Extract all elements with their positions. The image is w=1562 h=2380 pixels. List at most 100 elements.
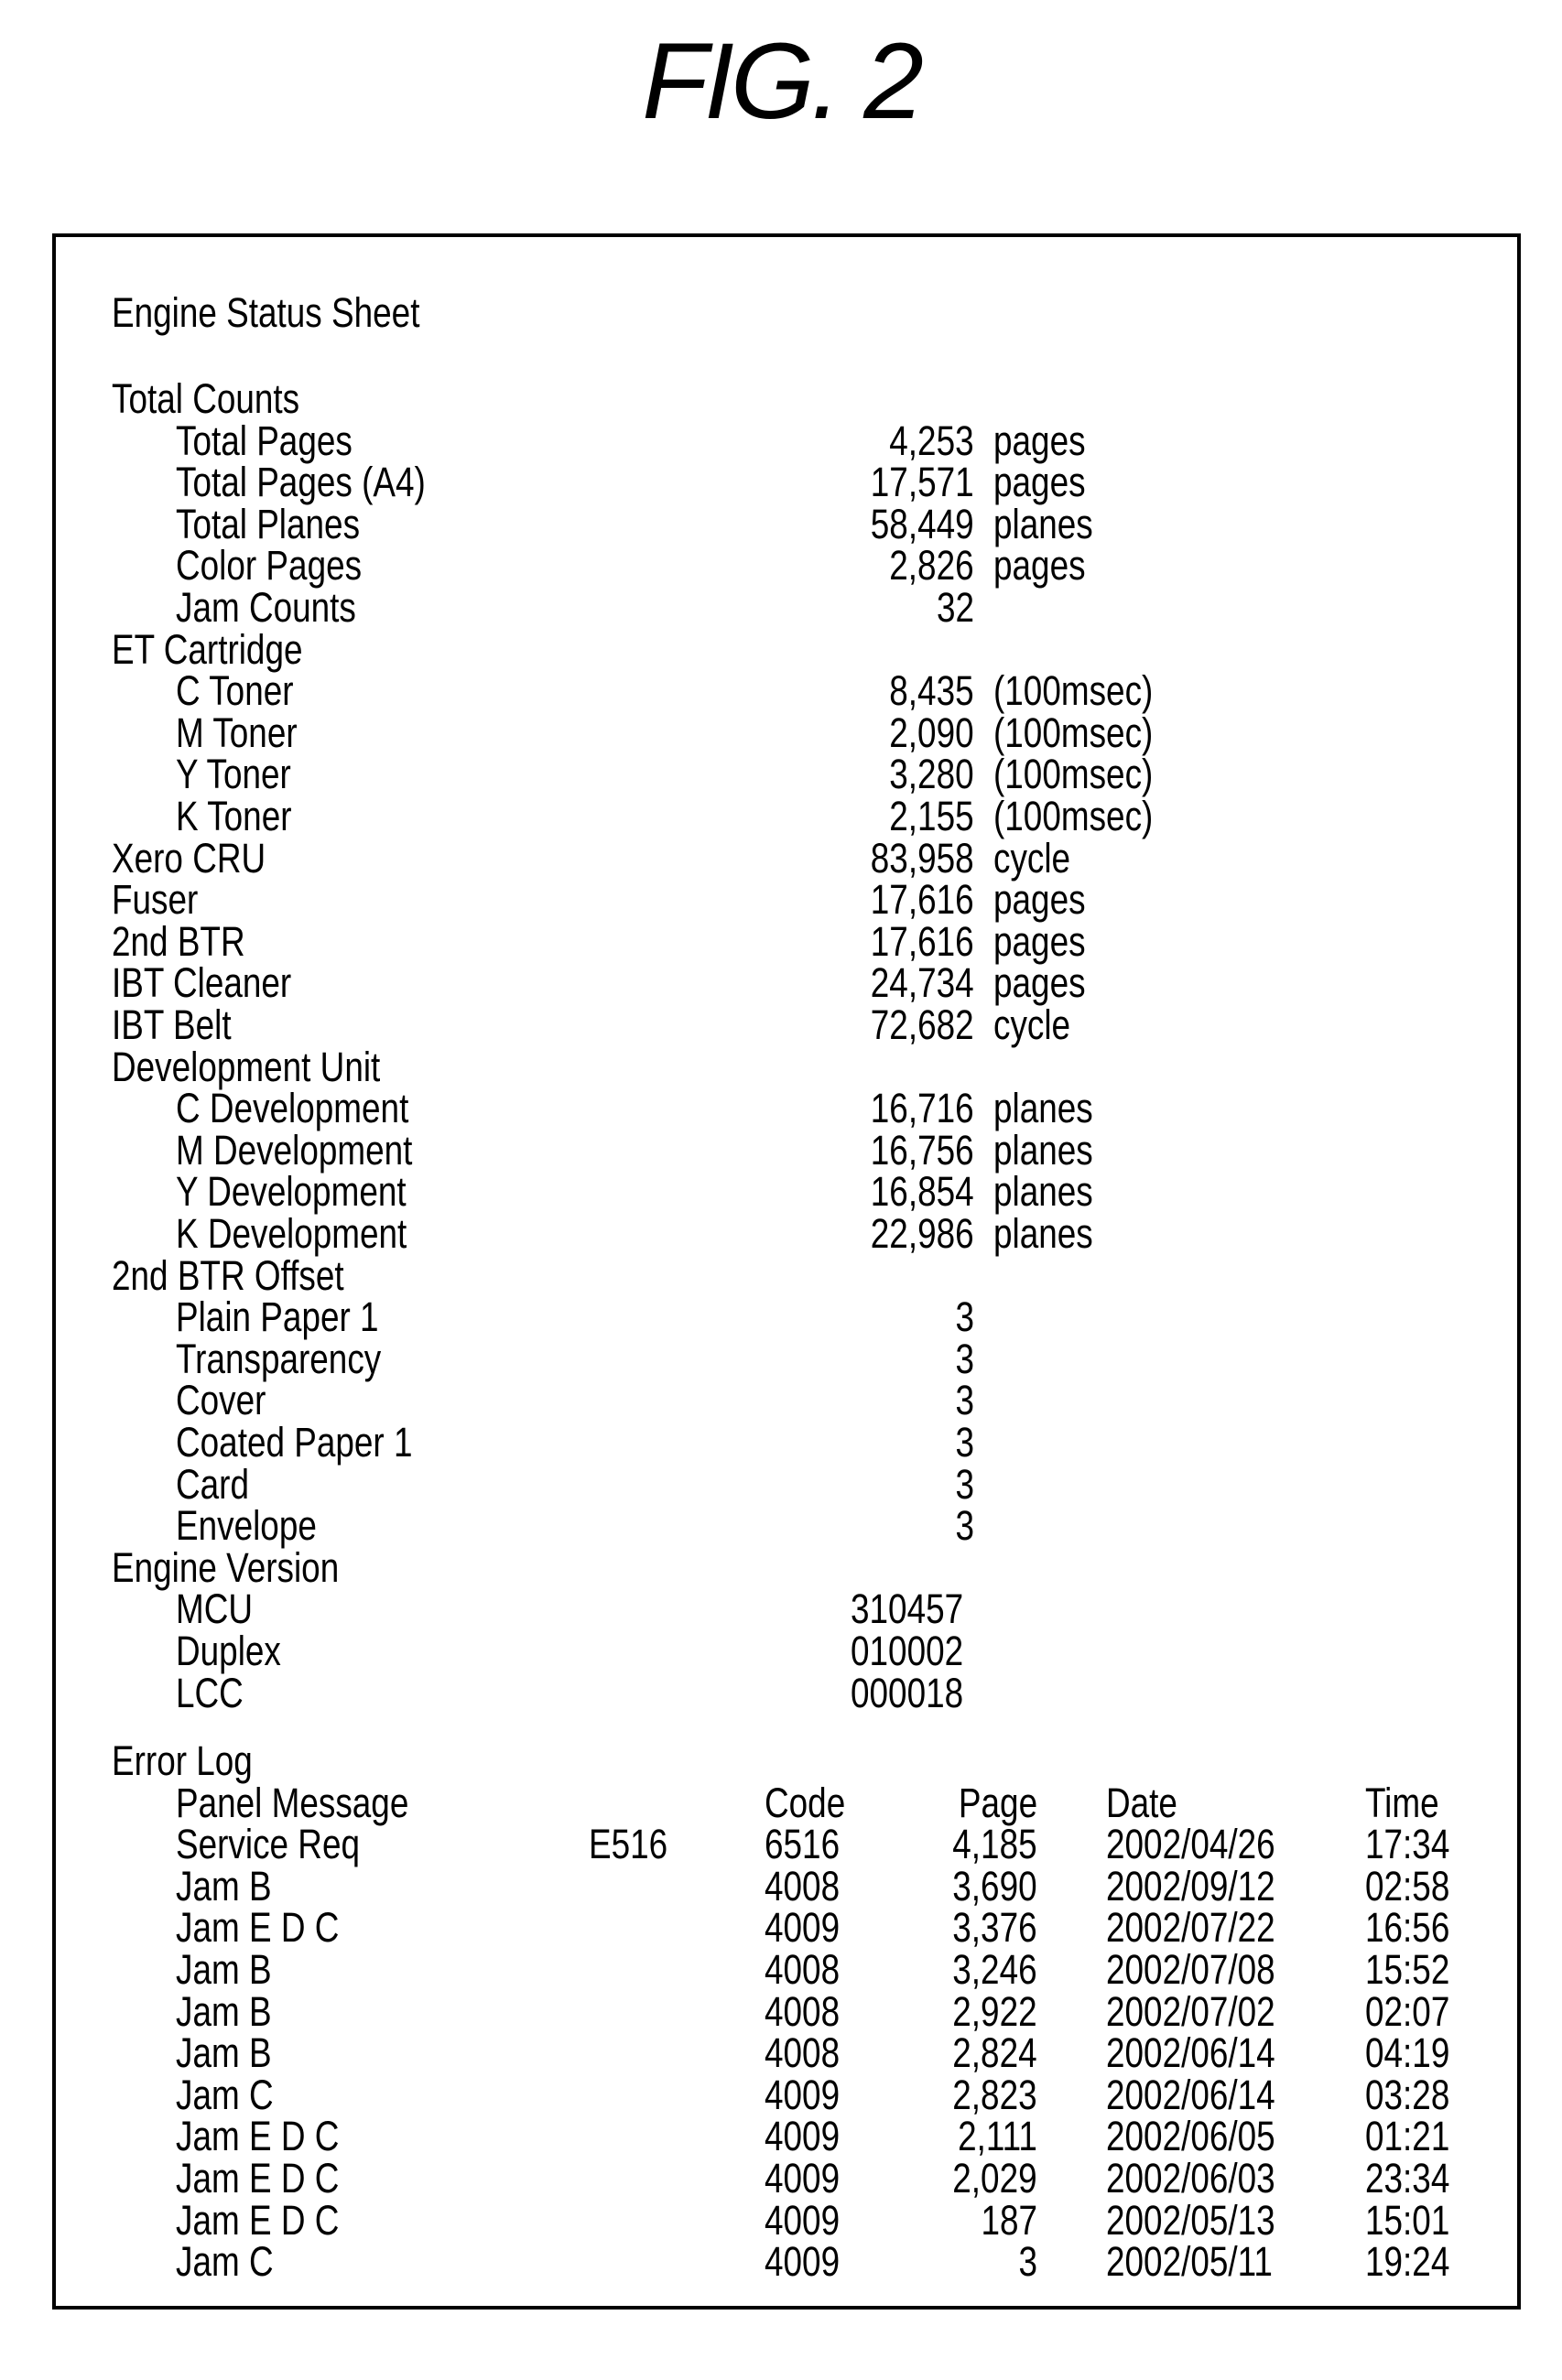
error-date: 2002/07/22 [1106, 1904, 1275, 1952]
error-page: 187 [981, 2196, 1037, 2244]
item-unit: (100msec) [993, 793, 1154, 839]
section-value: 83,958 [871, 834, 974, 882]
item-label: K Development [176, 1210, 407, 1257]
section-label: Engine Version [112, 1543, 340, 1591]
item-value: 4,253 [889, 416, 974, 464]
error-code: 4008 [765, 1862, 841, 1909]
item-value: 22,986 [871, 1210, 974, 1257]
error-time: 19:24 [1365, 2238, 1450, 2286]
item-value: 16,716 [871, 1085, 974, 1132]
error-date: 2002/07/02 [1106, 1987, 1275, 2035]
item-label: Plain Paper 1 [176, 1293, 379, 1341]
error-page: 2,922 [952, 1987, 1037, 2035]
error-time: 01:21 [1365, 2113, 1450, 2160]
error-code: 4008 [765, 1946, 841, 1993]
error-code: 4008 [765, 2029, 841, 2077]
section-label: IBT Belt [112, 1001, 232, 1048]
error-message: Jam B [176, 1862, 272, 1909]
item-label: Y Development [176, 1168, 407, 1216]
item-value: 3 [955, 1502, 974, 1550]
item-label: MCU [176, 1585, 254, 1633]
section-unit: cycle [993, 1001, 1071, 1048]
item-label: Total Pages (A4) [176, 459, 426, 506]
error-message: Jam E D C [176, 2196, 340, 2244]
section-unit: pages [993, 917, 1086, 965]
section-label: Total Counts [112, 375, 300, 422]
error-message: Jam E D C [176, 2155, 340, 2202]
header-date: Date [1106, 1779, 1177, 1826]
section-label: Fuser [112, 876, 199, 924]
item-label: Total Pages [176, 416, 353, 464]
error-message: Jam E D C [176, 1904, 340, 1952]
item-label: Total Planes [176, 500, 361, 547]
error-date: 2002/06/14 [1106, 2071, 1275, 2118]
figure-title: FIG. 2 [642, 21, 924, 142]
item-unit: pages [993, 459, 1086, 506]
error-time: 03:28 [1365, 2071, 1450, 2118]
item-unit: (100msec) [993, 667, 1154, 715]
error-time: 02:07 [1365, 1987, 1450, 2035]
item-label: C Toner [176, 667, 294, 715]
section-value: 17,616 [871, 876, 974, 924]
error-code: 4008 [765, 1987, 841, 2035]
item-version: 310457 [851, 1585, 964, 1633]
item-value: 2,155 [889, 793, 974, 839]
error-code: 4009 [765, 2113, 841, 2160]
error-time: 23:34 [1365, 2155, 1450, 2202]
error-time: 04:19 [1365, 2029, 1450, 2077]
item-unit: planes [993, 1210, 1093, 1257]
item-value: 8,435 [889, 667, 974, 715]
section-value: 72,682 [871, 1001, 974, 1048]
item-version: 000018 [851, 1669, 964, 1716]
item-label: Coated Paper 1 [176, 1419, 413, 1466]
item-value: 3 [955, 1335, 974, 1382]
item-label: Color Pages [176, 542, 363, 590]
error-time: 17:34 [1365, 1821, 1450, 1868]
header-panel-message: Panel Message [176, 1779, 409, 1826]
section-label: 2nd BTR Offset [112, 1251, 344, 1299]
item-value: 2,826 [889, 542, 974, 590]
error-time: 16:56 [1365, 1904, 1450, 1952]
error-message: Jam C [176, 2238, 274, 2286]
item-unit: (100msec) [993, 709, 1154, 756]
item-unit: planes [993, 1168, 1093, 1216]
sheet-title: Engine Status Sheet [112, 289, 420, 336]
error-message: Jam E D C [176, 2113, 340, 2160]
error-page: 3,376 [952, 1904, 1037, 1952]
error-code: 4009 [765, 1904, 841, 1952]
item-label: C Development [176, 1085, 409, 1132]
item-unit: planes [993, 500, 1093, 547]
item-value: 32 [936, 584, 974, 631]
error-page: 2,111 [958, 2113, 1037, 2160]
section-label: 2nd BTR [112, 917, 245, 965]
item-unit: planes [993, 1126, 1093, 1174]
section-value: 17,616 [871, 917, 974, 965]
item-value: 3 [955, 1377, 974, 1424]
item-label: M Toner [176, 709, 298, 756]
error-message: Jam B [176, 1946, 272, 1993]
item-version: 010002 [851, 1628, 964, 1674]
item-value: 2,090 [889, 709, 974, 756]
error-page: 2,823 [952, 2071, 1037, 2118]
item-label: Jam Counts [176, 584, 356, 631]
error-time: 15:01 [1365, 2196, 1450, 2244]
error-date: 2002/05/11 [1106, 2238, 1273, 2286]
error-log-label: Error Log [112, 1737, 253, 1784]
section-unit: pages [993, 876, 1086, 924]
header-code: Code [765, 1779, 846, 1826]
item-label: Cover [176, 1377, 266, 1424]
error-time: 15:52 [1365, 1946, 1450, 1993]
error-page: 3 [1018, 2238, 1037, 2286]
item-label: Duplex [176, 1628, 281, 1674]
header-page: Page [958, 1779, 1037, 1826]
item-label: Y Toner [176, 751, 291, 798]
error-page: 3,690 [952, 1862, 1037, 1909]
item-label: LCC [176, 1669, 244, 1716]
error-message: Jam B [176, 2029, 272, 2077]
section-unit: cycle [993, 834, 1071, 882]
section-label: Xero CRU [112, 834, 266, 882]
item-value: 17,571 [871, 459, 974, 506]
item-label: M Development [176, 1126, 413, 1174]
section-label: IBT Cleaner [112, 959, 292, 1007]
item-label: Card [176, 1460, 249, 1508]
